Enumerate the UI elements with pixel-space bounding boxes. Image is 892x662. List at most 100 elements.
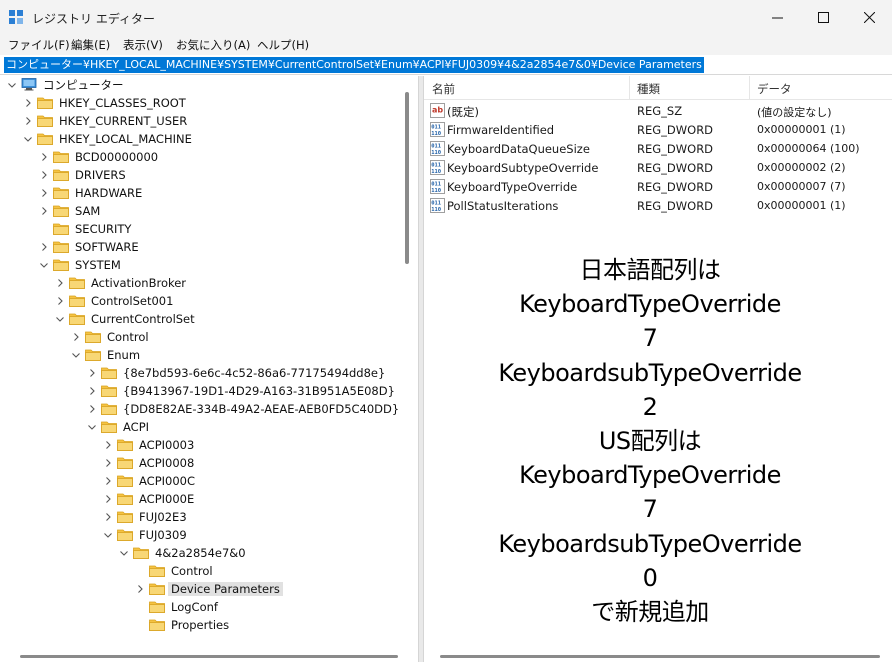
chevron-right-icon[interactable] [20,113,36,129]
tree-horizontal-scrollbar[interactable] [0,643,418,662]
tree-item[interactable]: HARDWARE [0,184,405,202]
chevron-right-icon[interactable] [100,455,116,471]
chevron-right-icon[interactable] [36,185,52,201]
value-row[interactable]: 011 110 KeyboardSubtypeOverride REG_DWORD 0x… [424,158,892,177]
chevron-right-icon[interactable] [20,95,36,111]
key-tree-pane[interactable]: コンピューター HKEY_CLASSES_ROOT HKEY_CURRENT_USE… [0,76,418,662]
chevron-right-icon[interactable] [100,437,116,453]
tree-item[interactable]: DRIVERS [0,166,405,184]
chevron-right-icon[interactable] [84,383,100,399]
menu-edit[interactable]: 編集(E) [71,37,110,53]
tree-item[interactable]: ACPI0003 [0,436,405,454]
maximize-button[interactable] [800,0,846,35]
tree-item[interactable]: {DD8E82AE-334B-49A2-AEAE-AEB0FD5C40DD} [0,400,405,418]
minimize-button[interactable] [754,0,800,35]
chevron-right-icon[interactable] [100,509,116,525]
value-row[interactable]: ab (既定) REG_SZ (値の設定なし) [424,101,892,120]
chevron-right-icon[interactable] [36,167,52,183]
address-bar[interactable]: コンピューター¥HKEY_LOCAL_MACHINE¥SYSTEM¥Curren… [0,55,892,75]
minimize-icon [771,17,783,19]
menu-view[interactable]: 表示(V) [123,37,163,53]
chevron-right-icon[interactable] [100,473,116,489]
chevron-down-icon[interactable] [100,527,116,543]
folder-icon [53,222,69,235]
chevron-right-icon[interactable] [100,491,116,507]
tree-item[interactable]: Control [0,328,405,346]
tree-item[interactable]: Properties [0,616,405,634]
tree-item[interactable]: ACPI000C [0,472,405,490]
tree-item[interactable]: Device Parameters [0,580,405,598]
chevron-right-icon[interactable] [84,365,100,381]
binary-value-icon: 011 110 [430,160,445,175]
tree-item[interactable]: SECURITY [0,220,405,238]
svg-text:011: 011 [431,125,442,131]
chevron-right-icon[interactable] [52,275,68,291]
tree-item[interactable]: Enum [0,346,405,364]
tree-item[interactable]: {8e7bd593-6e6c-4c52-86a6-77175494dd8e} [0,364,405,382]
chevron-right-icon[interactable] [52,293,68,309]
tree-item[interactable]: FUJ0309 [0,526,405,544]
tree-horizontal-scroll-thumb[interactable] [20,655,398,658]
tree-item[interactable]: HKEY_CURRENT_USER [0,112,405,130]
chevron-down-icon[interactable] [68,347,84,363]
tree-vertical-scroll-thumb[interactable] [405,92,409,264]
column-name-header[interactable]: 名前 [432,81,455,97]
tree-item[interactable]: FUJ02E3 [0,508,405,526]
column-data-header[interactable]: データ [757,81,792,97]
tree-item[interactable]: SOFTWARE [0,238,405,256]
value-row[interactable]: 011 110 KeyboardTypeOverride REG_DWORD 0x000… [424,177,892,196]
chevron-down-icon[interactable] [84,419,100,435]
folder-icon [149,600,165,613]
folder-icon [69,276,85,289]
chevron-down-icon[interactable] [20,131,36,147]
folder-icon [85,348,101,361]
tree-item[interactable]: SYSTEM [0,256,405,274]
tree-item[interactable]: {B9413967-19D1-4D29-A163-31B951A5E08D} [0,382,405,400]
address-path[interactable]: コンピューター¥HKEY_LOCAL_MACHINE¥SYSTEM¥Curren… [4,57,704,73]
chevron-down-icon[interactable] [4,77,20,93]
value-row[interactable]: 011 110 FirmwareIdentified REG_DWORD 0x00000… [424,120,892,139]
chevron-right-icon[interactable] [36,149,52,165]
value-row[interactable]: 011 110 KeyboardDataQueueSize REG_DWORD 0x00… [424,139,892,158]
list-horizontal-scroll-thumb[interactable] [440,655,880,658]
tree-item[interactable]: BCD00000000 [0,148,405,166]
value-name: FirmwareIdentified [447,123,555,137]
column-divider[interactable] [629,76,630,100]
value-row[interactable]: 011 110 PollStatusIterations REG_DWORD 0x000… [424,196,892,215]
menu-favorites[interactable]: お気に入り(A) [176,37,250,53]
tree-item[interactable]: Control [0,562,405,580]
folder-icon [133,546,149,559]
column-divider[interactable] [749,76,750,100]
chevron-right-icon[interactable] [68,329,84,345]
tree-item[interactable]: CurrentControlSet [0,310,405,328]
tree-item[interactable]: ACPI [0,418,405,436]
tree-item[interactable]: SAM [0,202,405,220]
value-type: REG_DWORD [637,180,714,194]
tree-item[interactable]: HKEY_LOCAL_MACHINE [0,130,405,148]
chevron-down-icon[interactable] [116,545,132,561]
tree-item[interactable]: HKEY_CLASSES_ROOT [0,94,405,112]
binary-value-icon: 011 110 [430,198,445,213]
tree-item[interactable]: コンピューター [0,76,405,94]
chevron-right-icon[interactable] [132,581,148,597]
tree-item[interactable]: ControlSet001 [0,292,405,310]
chevron-right-icon[interactable] [84,401,100,417]
tree-item[interactable]: ActivationBroker [0,274,405,292]
binary-value-icon: 011 110 [430,179,445,194]
tree-item[interactable]: LogConf [0,598,405,616]
tree-item-label: Enum [107,348,141,362]
chevron-right-icon[interactable] [36,203,52,219]
menu-file[interactable]: ファイル(F) [8,37,70,53]
close-button[interactable] [846,0,892,35]
chevron-down-icon[interactable] [36,257,52,273]
tree-item[interactable]: ACPI0008 [0,454,405,472]
folder-icon [53,204,69,217]
menu-help[interactable]: ヘルプ(H) [257,37,309,53]
chevron-right-icon[interactable] [36,239,52,255]
tree-item[interactable]: 4&2a2854e7&0 [0,544,405,562]
column-header: 名前 種類 データ [424,76,892,100]
chevron-down-icon[interactable] [52,311,68,327]
tree-item[interactable]: ACPI000E [0,490,405,508]
column-type-header[interactable]: 種類 [637,81,660,97]
svg-text:110: 110 [431,150,441,156]
